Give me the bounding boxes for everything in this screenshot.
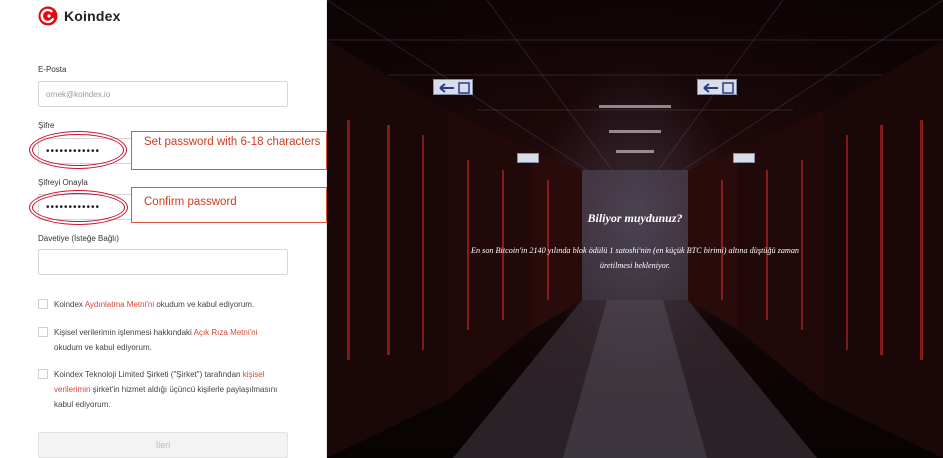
consent-text-1: Koindex Aydınlatma Metni'ni okudum ve ka… (54, 300, 255, 309)
consent-row-2: Kişisel verilerimin işlenmesi hakkındaki… (38, 325, 288, 355)
exit-arrow-icon (439, 82, 470, 94)
explicit-consent-link[interactable]: Açık Rıza Metni'ni (194, 328, 258, 337)
invite-field[interactable] (38, 249, 288, 275)
consent-checkbox-3[interactable] (38, 369, 48, 379)
brand-logo[interactable]: Koindex (38, 6, 121, 26)
exit-sign-far-right (733, 153, 755, 163)
email-label: E-Posta (38, 65, 67, 74)
brand-name: Koindex (64, 8, 121, 24)
exit-sign-left (433, 79, 473, 95)
confirm-password-label: Şifreyi Onayla (38, 178, 88, 187)
password-label: Şifre (38, 121, 55, 130)
tip-body: En son Bitcoin'in 2140 yılında blok ödül… (470, 246, 800, 270)
disclosure-link[interactable]: Aydınlatma Metni'ni (85, 300, 154, 309)
invite-label: Davetiye (İsteğe Bağlı) (38, 234, 119, 243)
exit-sign-far-left (517, 153, 539, 163)
consent-checkbox-2[interactable] (38, 327, 48, 337)
confirm-hint-callout: Confirm password (131, 187, 327, 223)
password-hint-callout: Set password with 6-18 characters (131, 131, 327, 170)
register-panel: Koindex E-Posta ornek@koindex.io Şifre •… (0, 0, 327, 458)
next-button[interactable]: İleri (38, 432, 288, 458)
consent-text-2: Kişisel verilerimin işlenmesi hakkındaki… (54, 328, 258, 352)
confirm-highlight-ring-inner (32, 193, 125, 222)
consent-text-3: Koindex Teknoloji Limited Şirketi ("Şirk… (54, 370, 278, 409)
consent-checkbox-1[interactable] (38, 299, 48, 309)
exit-sign-right (697, 79, 737, 95)
email-field[interactable]: ornek@koindex.io (38, 81, 288, 107)
server-room-illustration (327, 0, 943, 458)
consent-row-1: Koindex Aydınlatma Metni'ni okudum ve ka… (38, 297, 288, 312)
password-highlight-ring-inner (32, 134, 124, 166)
koindex-logo-icon (38, 6, 58, 26)
email-placeholder: ornek@koindex.io (46, 89, 111, 99)
exit-arrow-icon (703, 82, 734, 94)
tip-title: Biliyor muydunuz? (587, 211, 683, 225)
consent-row-3: Koindex Teknoloji Limited Şirketi ("Şirk… (38, 367, 288, 412)
info-hero: Biliyor muydunuz? En son Bitcoin'in 2140… (327, 0, 943, 458)
